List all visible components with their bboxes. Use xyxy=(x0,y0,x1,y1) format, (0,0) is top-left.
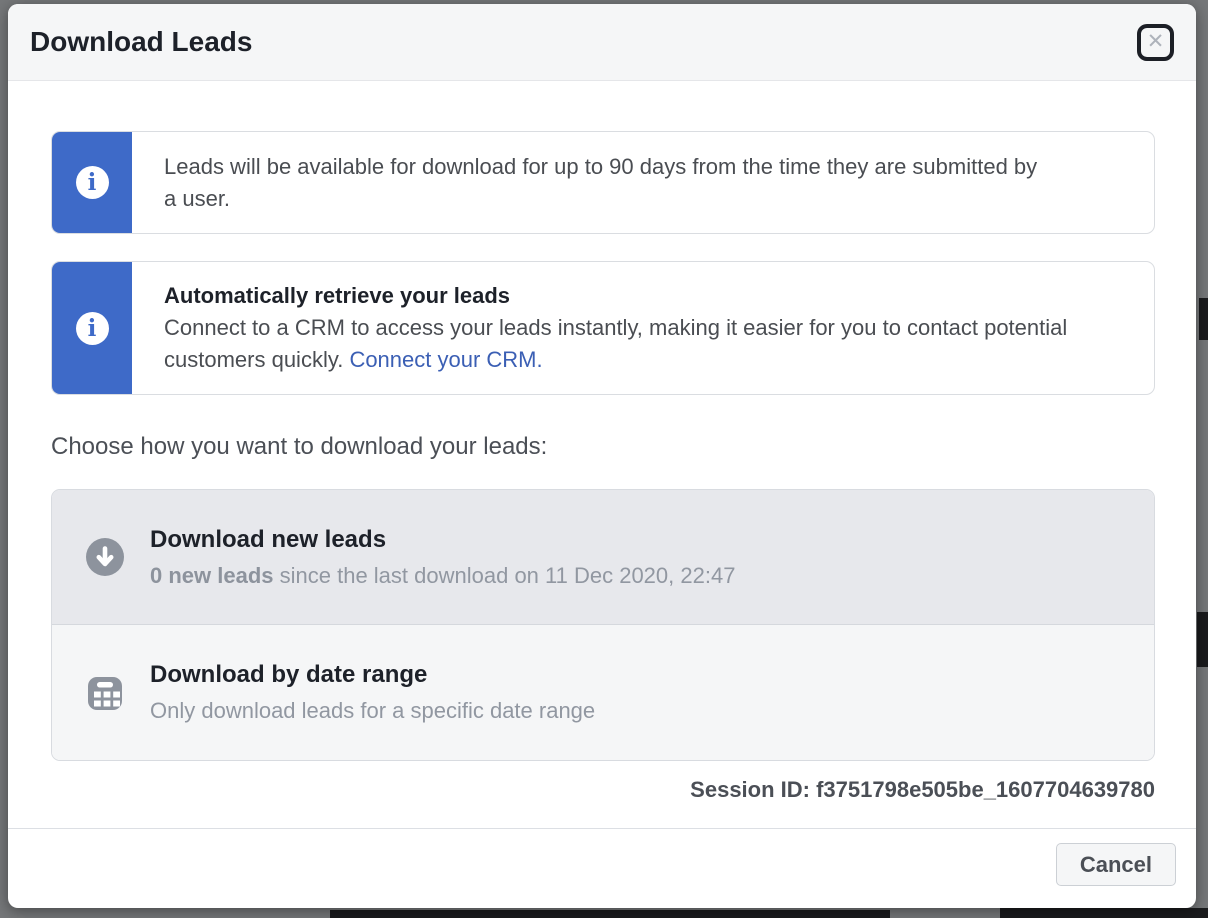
session-id-label: Session ID: xyxy=(690,777,810,802)
retention-notice-banner: i Leads will be available for download f… xyxy=(51,131,1155,234)
banner-accent-strip: i xyxy=(52,132,132,233)
crm-banner-text: Connect to a CRM to access your leads in… xyxy=(164,312,1124,376)
page-title: Download Leads xyxy=(30,26,252,58)
option-download-by-date-range[interactable]: Download by date range Only download lea… xyxy=(52,625,1154,760)
close-button[interactable]: ✕ xyxy=(1137,24,1174,61)
background-page-remnant xyxy=(1199,298,1208,340)
cancel-button[interactable]: Cancel xyxy=(1056,843,1176,886)
info-icon: i xyxy=(76,166,109,199)
option-subtitle: Only download leads for a specific date … xyxy=(150,697,595,725)
banner-body: Automatically retrieve your leads Connec… xyxy=(132,262,1154,394)
modal-footer: Cancel xyxy=(8,829,1196,908)
new-leads-count: 0 new leads xyxy=(150,563,274,588)
crm-banner: i Automatically retrieve your leads Conn… xyxy=(51,261,1155,395)
info-icon: i xyxy=(76,312,109,345)
background-page-remnant xyxy=(330,910,890,918)
option-title: Download by date range xyxy=(150,660,595,690)
retention-notice-text: Leads will be available for download for… xyxy=(164,151,1044,215)
download-options-list: Download new leads 0 new leads since the… xyxy=(51,489,1155,761)
download-arrow-icon xyxy=(86,538,124,576)
banner-body: Leads will be available for download for… xyxy=(132,132,1074,233)
crm-banner-title: Automatically retrieve your leads xyxy=(164,280,1124,312)
background-page-remnant xyxy=(1000,908,1208,918)
banner-accent-strip: i xyxy=(52,262,132,394)
option-subtitle: 0 new leads since the last download on 1… xyxy=(150,562,735,590)
dimmed-backdrop: Download Leads ✕ i Leads will be availab… xyxy=(0,0,1208,918)
session-id-value: f3751798e505be_1607704639780 xyxy=(816,777,1155,802)
modal-content: i Leads will be available for download f… xyxy=(8,81,1196,828)
choose-prompt: Choose how you want to download your lea… xyxy=(51,433,1155,461)
download-leads-modal: Download Leads ✕ i Leads will be availab… xyxy=(8,4,1196,908)
crm-banner-sentence: Connect to a CRM to access your leads in… xyxy=(164,315,1067,372)
modal-header: Download Leads ✕ xyxy=(8,4,1196,81)
close-icon: ✕ xyxy=(1147,31,1165,52)
calendar-icon xyxy=(86,674,124,712)
option-text: Download by date range Only download lea… xyxy=(150,660,595,725)
option-download-new-leads[interactable]: Download new leads 0 new leads since the… xyxy=(52,490,1154,625)
background-page-remnant xyxy=(1197,612,1208,667)
connect-crm-link[interactable]: Connect your CRM. xyxy=(349,347,542,372)
option-text: Download new leads 0 new leads since the… xyxy=(150,525,735,590)
session-id: Session ID: f3751798e505be_1607704639780 xyxy=(51,777,1155,803)
last-download-info: since the last download on 11 Dec 2020, … xyxy=(274,563,736,588)
option-title: Download new leads xyxy=(150,525,735,555)
